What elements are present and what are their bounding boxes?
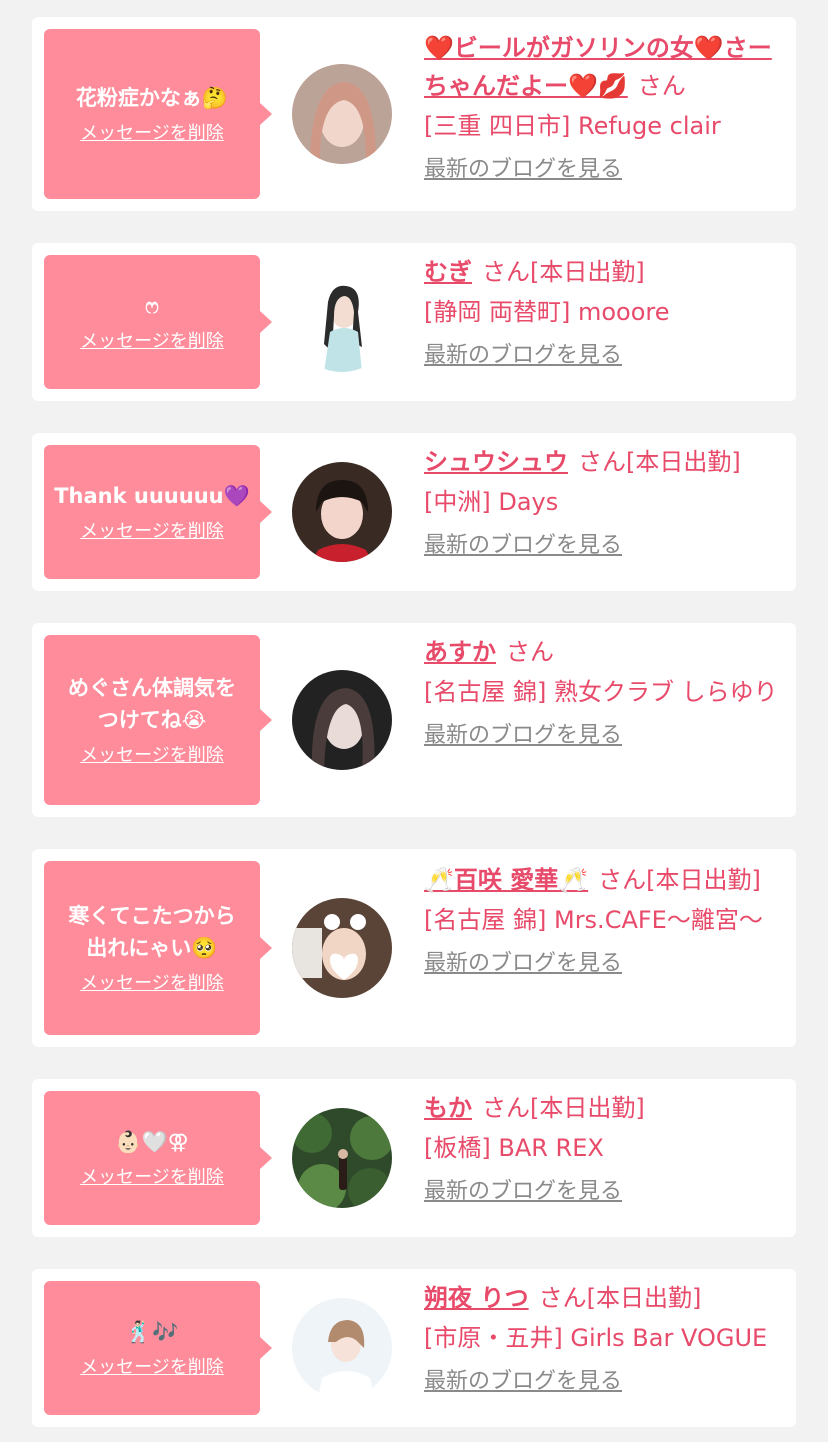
avatar[interactable] <box>292 670 392 770</box>
entry-info: ❤️ビールがガソリンの女❤️さーちゃんだよー❤️💋 さん [三重 四日市] Ref… <box>424 29 784 185</box>
message-text: Thank uuuuuu💜 <box>54 484 250 508</box>
message-card: ෆ メッセージを削除 むぎ さん[本日出勤] [静岡 両替町] mooore 最新… <box>32 243 796 401</box>
latest-blog-link[interactable]: 最新のブログを見る <box>424 155 622 185</box>
name-suffix: さん[本日出勤] <box>598 866 761 894</box>
message-bubble: 🕺🏻🎶 メッセージを削除 <box>44 1281 272 1415</box>
message-bubble: 👶🏻🤍⚢ メッセージを削除 <box>44 1091 272 1225</box>
latest-blog-link[interactable]: 最新のブログを見る <box>424 949 622 979</box>
girl-name-link[interactable]: あすか <box>424 638 496 666</box>
name-suffix: さん <box>506 638 554 666</box>
latest-blog-link[interactable]: 最新のブログを見る <box>424 1367 622 1397</box>
avatar[interactable] <box>292 272 392 372</box>
message-text: 👶🏻🤍⚢ <box>115 1130 189 1154</box>
message-text: ෆ <box>145 294 159 318</box>
entry-info: もか さん[本日出勤] [板橋] BAR REX 最新のブログを見る <box>424 1089 784 1207</box>
message-card: Thank uuuuuu💜 メッセージを削除 シュウシュウ さん[本日出勤] [中… <box>32 433 796 591</box>
name-suffix: さん[本日出勤] <box>578 448 741 476</box>
name-suffix: さん <box>637 72 686 100</box>
message-card: 👶🏻🤍⚢ メッセージを削除 もか さん[本日出勤] [板橋] BAR REX 最新… <box>32 1079 796 1237</box>
message-bubble: 花粉症かなぁ🤔 メッセージを削除 <box>44 29 272 199</box>
entry-info: 🥂百咲 愛華🥂 さん[本日出勤] [名古屋 錦] Mrs.CAFE〜離宮〜 最新の… <box>424 861 784 979</box>
shop-location: [板橋] BAR REX <box>424 1134 604 1162</box>
message-text: 花粉症かなぁ🤔 <box>75 86 229 110</box>
shop-location: [市原・五井] Girls Bar VOGUE <box>424 1324 768 1352</box>
name-suffix: さん[本日出勤] <box>482 258 645 286</box>
avatar[interactable] <box>292 1108 392 1208</box>
avatar[interactable] <box>292 898 392 998</box>
entry-info: 朔夜 りつ さん[本日出勤] [市原・五井] Girls Bar VOGUE 最新… <box>424 1279 784 1397</box>
shop-location: [名古屋 錦] Mrs.CAFE〜離宮〜 <box>424 906 763 934</box>
message-list: 花粉症かなぁ🤔 メッセージを削除 ❤️ビールがガソリンの女❤️さーちゃんだよー❤… <box>0 0 828 1442</box>
message-text: めぐさん体調気を つけてね😭 <box>68 676 236 732</box>
latest-blog-link[interactable]: 最新のブログを見る <box>424 341 622 371</box>
delete-message-link[interactable]: メッセージを削除 <box>80 330 224 354</box>
entry-info: シュウシュウ さん[本日出勤] [中洲] Days 最新のブログを見る <box>424 443 784 561</box>
delete-message-link[interactable]: メッセージを削除 <box>80 1356 224 1380</box>
avatar[interactable] <box>292 462 392 562</box>
latest-blog-link[interactable]: 最新のブログを見る <box>424 721 622 751</box>
girl-name-link[interactable]: ❤️ビールがガソリンの女❤️さーちゃんだよー❤️💋 <box>424 34 772 100</box>
message-card: 花粉症かなぁ🤔 メッセージを削除 ❤️ビールがガソリンの女❤️さーちゃんだよー❤… <box>32 17 796 211</box>
shop-location: [名古屋 錦] 熟女クラブ しらゆり <box>424 678 778 706</box>
delete-message-link[interactable]: メッセージを削除 <box>80 122 224 146</box>
message-bubble: 寒くてこたつから 出れにゃい🥺 メッセージを削除 <box>44 861 272 1035</box>
latest-blog-link[interactable]: 最新のブログを見る <box>424 1177 622 1207</box>
message-card: 🕺🏻🎶 メッセージを削除 朔夜 りつ さん[本日出勤] [市原・五井] Girls… <box>32 1269 796 1427</box>
shop-location: [三重 四日市] Refuge clair <box>424 112 721 140</box>
message-text: 🕺🏻🎶 <box>125 1320 179 1344</box>
message-card: めぐさん体調気を つけてね😭 メッセージを削除 あすか さん [名古屋 錦] 熟女… <box>32 623 796 817</box>
delete-message-link[interactable]: メッセージを削除 <box>80 520 224 544</box>
message-bubble: ෆ メッセージを削除 <box>44 255 272 389</box>
girl-name-link[interactable]: シュウシュウ <box>424 448 568 476</box>
latest-blog-link[interactable]: 最新のブログを見る <box>424 531 622 561</box>
message-text: 寒くてこたつから 出れにゃい🥺 <box>68 904 236 960</box>
girl-name-link[interactable]: 🥂百咲 愛華🥂 <box>424 866 588 894</box>
shop-location: [中洲] Days <box>424 488 559 516</box>
message-card: 寒くてこたつから 出れにゃい🥺 メッセージを削除 🥂百咲 愛華🥂 さん[本日出勤]… <box>32 849 796 1047</box>
girl-name-link[interactable]: もか <box>424 1094 472 1122</box>
name-suffix: さん[本日出勤] <box>538 1284 702 1312</box>
shop-location: [静岡 両替町] mooore <box>424 298 670 326</box>
delete-message-link[interactable]: メッセージを削除 <box>80 1166 224 1190</box>
girl-name-link[interactable]: 朔夜 りつ <box>424 1284 529 1312</box>
entry-info: むぎ さん[本日出勤] [静岡 両替町] mooore 最新のブログを見る <box>424 253 784 371</box>
name-suffix: さん[本日出勤] <box>482 1094 645 1122</box>
delete-message-link[interactable]: メッセージを削除 <box>80 744 224 768</box>
message-bubble: めぐさん体調気を つけてね😭 メッセージを削除 <box>44 635 272 805</box>
message-bubble: Thank uuuuuu💜 メッセージを削除 <box>44 445 272 579</box>
entry-info: あすか さん [名古屋 錦] 熟女クラブ しらゆり 最新のブログを見る <box>424 633 784 751</box>
delete-message-link[interactable]: メッセージを削除 <box>80 972 224 996</box>
girl-name-link[interactable]: むぎ <box>424 258 472 286</box>
avatar[interactable] <box>292 1298 392 1398</box>
avatar[interactable] <box>292 64 392 164</box>
